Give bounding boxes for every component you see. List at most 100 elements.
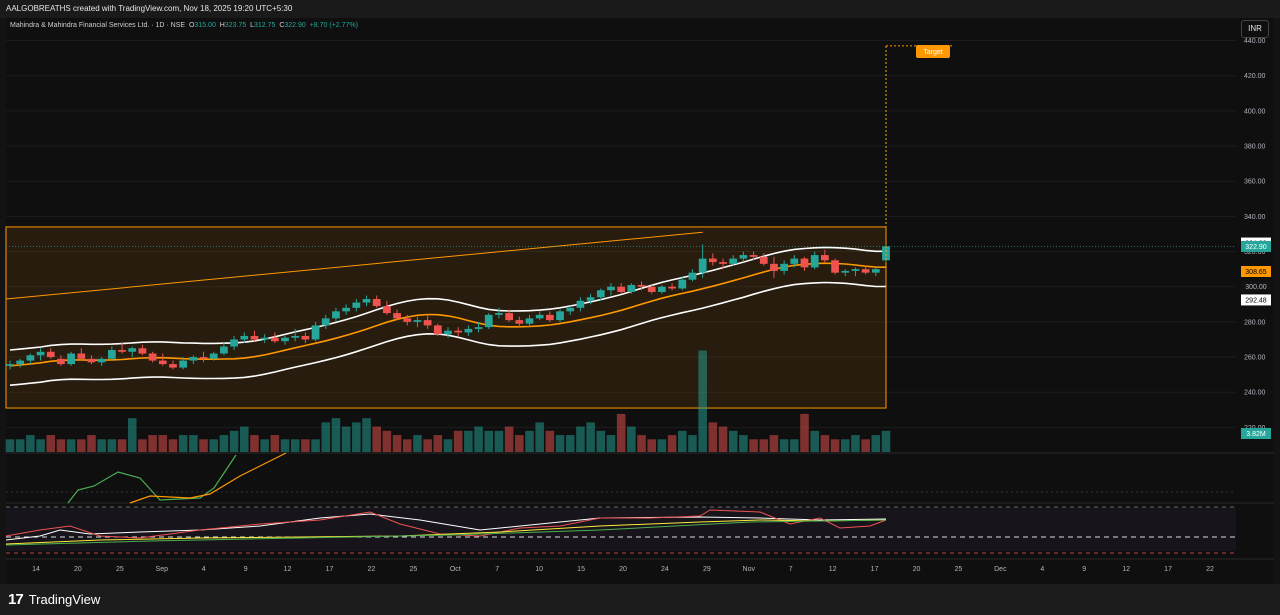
target-label[interactable]: Target	[916, 45, 950, 58]
candle-body	[209, 353, 218, 359]
volume-bar	[240, 426, 249, 452]
volume-bar	[647, 439, 656, 452]
candle-body	[495, 313, 503, 315]
candle-body	[240, 335, 249, 340]
candle-body	[861, 269, 870, 273]
volume-bar	[535, 422, 544, 452]
x-tick-label: 20	[913, 566, 921, 573]
candle-body	[749, 255, 758, 257]
candle-body	[708, 258, 717, 263]
volume-bar	[168, 439, 178, 452]
volume-bar	[402, 439, 412, 452]
candle-body	[311, 325, 320, 340]
candle-body	[790, 258, 799, 264]
tradingview-logo[interactable]: 17 TradingView	[8, 589, 100, 609]
volume-bar	[158, 435, 168, 452]
candle-body	[423, 320, 432, 326]
candle-body	[260, 337, 269, 340]
close-value: 322.90	[284, 22, 306, 29]
candle-body	[841, 270, 850, 273]
candle-body	[230, 339, 238, 347]
candle-body	[821, 255, 829, 261]
price-tag-label: 300.00	[1245, 284, 1267, 291]
open-value: 315.00	[194, 22, 216, 29]
candle-body	[148, 353, 157, 361]
x-tick-label: 20	[619, 566, 627, 573]
volume-bar	[576, 426, 585, 452]
symbol-name: Mahindra & Mahindra Financial Services L…	[10, 22, 186, 29]
volume-tag-label: 3.82M	[1246, 431, 1266, 438]
volume-bar	[708, 422, 718, 452]
volume-bar	[667, 435, 677, 452]
candle-body	[250, 335, 259, 340]
volume-bar	[56, 439, 66, 452]
candle-body	[433, 325, 442, 335]
candle-body	[36, 351, 45, 356]
candle-body	[67, 353, 75, 365]
candle-body	[780, 263, 789, 271]
volume-bar	[321, 422, 331, 452]
volume-bar	[779, 439, 789, 452]
candle-body	[342, 307, 351, 312]
volume-bar	[382, 430, 392, 452]
volume-bar	[678, 430, 687, 452]
candle-body	[607, 286, 615, 291]
volume-bar	[881, 430, 891, 452]
volume-bar	[871, 435, 881, 452]
volume-bar	[759, 439, 769, 452]
candle-body	[362, 299, 371, 303]
y-tick-label: 380.00	[1244, 144, 1266, 151]
candle-body	[87, 358, 96, 363]
price-tag-label: 292.48	[1245, 297, 1267, 304]
candle-body	[77, 353, 86, 359]
candle-body	[637, 284, 646, 287]
candle-body	[454, 330, 463, 333]
volume-bar	[545, 430, 555, 452]
candle-body	[688, 272, 697, 280]
x-tick-label: 22	[368, 566, 376, 573]
volume-bar	[209, 439, 218, 452]
volume-bar	[830, 439, 840, 452]
x-tick-label: Oct	[450, 566, 461, 573]
candle-body	[97, 358, 106, 363]
volume-bar	[851, 435, 860, 452]
x-tick-label: 25	[409, 566, 417, 573]
volume-bar	[97, 439, 106, 452]
volume-bar	[413, 435, 422, 452]
x-tick-label: 25	[116, 566, 124, 573]
candle-body	[871, 269, 880, 273]
price-tag-label: 322.90	[1245, 244, 1267, 251]
candle-body	[403, 318, 412, 322]
volume-bar	[515, 435, 524, 452]
candle-body	[810, 255, 819, 268]
volume-bar	[698, 350, 707, 452]
volume-bar	[484, 430, 494, 452]
x-tick-label: Dec	[994, 566, 1007, 573]
currency-selector[interactable]: INR	[1241, 20, 1269, 38]
y-tick-label: 420.00	[1244, 73, 1266, 80]
volume-bar	[504, 426, 514, 452]
high-value: 323.75	[224, 22, 247, 29]
volume-bar	[117, 439, 127, 452]
candle-body	[444, 330, 452, 335]
volume-bar	[525, 430, 534, 452]
candle-body	[627, 284, 636, 292]
candle-body	[545, 314, 554, 321]
volume-bar	[840, 439, 850, 452]
candle-body	[281, 337, 289, 342]
volume-bar	[800, 413, 809, 452]
x-tick-label: 24	[661, 566, 669, 573]
x-tick-label: 17	[1164, 566, 1172, 573]
candle-body	[199, 357, 208, 359]
volume-bar	[739, 435, 748, 452]
candle-body	[515, 320, 524, 324]
chart-canvas[interactable]: 220.00240.00260.00280.00300.00320.00340.…	[0, 0, 1280, 615]
volume-bar	[352, 422, 361, 452]
volume-bar	[290, 439, 300, 452]
candle-body	[128, 348, 137, 352]
candle-body	[770, 263, 778, 271]
candle-body	[393, 313, 401, 319]
x-tick-label: Nov	[743, 566, 756, 573]
volume-bar	[474, 426, 483, 452]
volume-bar	[728, 430, 738, 452]
